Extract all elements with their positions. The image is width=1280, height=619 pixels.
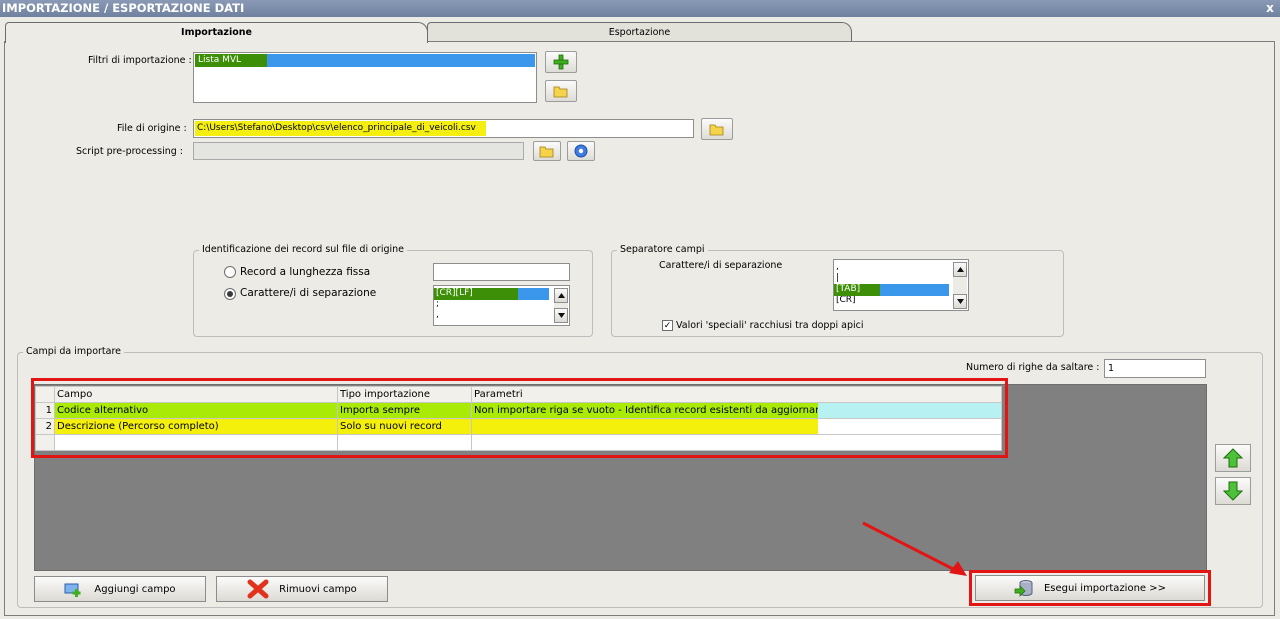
browse-source-button[interactable] [701,118,733,140]
move-down-button[interactable] [1215,477,1251,505]
source-file-input[interactable]: C:\Users\Stefano\Desktop\csv\elenco_prin… [193,119,694,138]
field-separator-option[interactable]: | [834,273,968,284]
field-separator-option[interactable]: [CR] [834,295,968,306]
radio-separator[interactable] [224,288,236,300]
scroll-up-icon[interactable] [554,288,568,303]
skip-rows-input[interactable]: 1 [1104,359,1206,378]
run-import-highlight-box [969,570,1211,606]
record-separator-option[interactable]: , [434,310,569,321]
field-separator-group-title: Separatore campi [617,244,708,255]
script-input[interactable] [193,142,524,160]
window-title: IMPORTAZIONE / ESPORTAZIONE DATI [2,1,245,15]
help-script-button[interactable] [567,141,595,161]
source-file-label: File di origine : [117,123,187,134]
scroll-down-icon[interactable] [953,294,967,309]
remove-field-button[interactable]: Rimuovi campo [216,576,388,602]
radio-separator-label: Carattere/i di separazione [240,287,377,299]
source-file-value: C:\Users\Stefano\Desktop\csv\elenco_prin… [197,123,476,133]
field-separator-list[interactable]: , | [TAB] [CR] [833,259,969,311]
add-filter-button[interactable] [545,51,577,73]
arrow-down-icon [1223,481,1243,501]
fixed-length-input[interactable] [433,263,570,281]
quoted-values-label: Valori 'speciali' racchiusi tra doppi ap… [676,320,864,331]
fields-group-title: Campi da importare [23,346,124,357]
arrow-up-icon [1223,448,1243,468]
record-separator-scrollbar[interactable] [554,288,568,323]
plus-icon [553,54,569,70]
scroll-up-icon[interactable] [953,262,967,277]
add-field-button[interactable]: Aggiungi campo [34,576,206,602]
field-separator-option[interactable]: , [834,262,968,273]
record-separator-option[interactable]: [CR][LF] [434,288,551,300]
add-field-label: Aggiungi campo [94,583,176,595]
quoted-values-checkbox[interactable]: ✓ [662,320,673,331]
filters-list[interactable]: Lista MVL [193,52,537,103]
remove-field-label: Rimuovi campo [279,583,357,595]
record-separator-option[interactable]: ; [434,299,569,310]
record-separator-option-label: [CR][LF] [436,288,473,298]
remove-x-icon [247,579,269,599]
skip-rows-value: 1 [1108,363,1115,374]
red-arrow-annotation [862,521,967,576]
move-up-button[interactable] [1215,444,1251,472]
field-separator-option[interactable]: [TAB] [834,284,951,296]
open-filter-button[interactable] [545,80,577,102]
folder-icon [553,86,568,98]
window-title-bar: IMPORTAZIONE / ESPORTAZIONE DATI [0,0,1280,17]
field-separator-scrollbar[interactable] [953,262,967,309]
tab-importazione[interactable]: Importazione [5,22,428,43]
folder-icon [539,146,554,158]
folder-icon [709,124,724,136]
help-icon [574,144,588,158]
script-label: Script pre-processing : [76,146,183,157]
record-group-title: Identificazione dei record sul file di o… [199,244,408,255]
field-separator-label: Carattere/i di separazione [659,260,783,271]
filters-label: Filtri di importazione : [88,55,192,66]
scroll-down-icon[interactable] [554,308,568,323]
radio-fixed-length[interactable] [224,266,236,278]
add-field-icon [64,583,81,597]
filters-list-item[interactable]: Lista MVL [195,54,535,67]
record-separator-list[interactable]: [CR][LF] ; , [433,285,570,326]
radio-fixed-length-label: Record a lunghezza fissa [240,266,371,278]
browse-script-button[interactable] [533,141,561,161]
filters-item-label: Lista MVL [198,55,242,65]
grid-highlight-box [31,378,1008,458]
skip-rows-label: Numero di righe da saltare : [966,362,1100,373]
close-button[interactable]: x [1263,0,1277,17]
tab-esportazione[interactable]: Esportazione [427,22,852,42]
